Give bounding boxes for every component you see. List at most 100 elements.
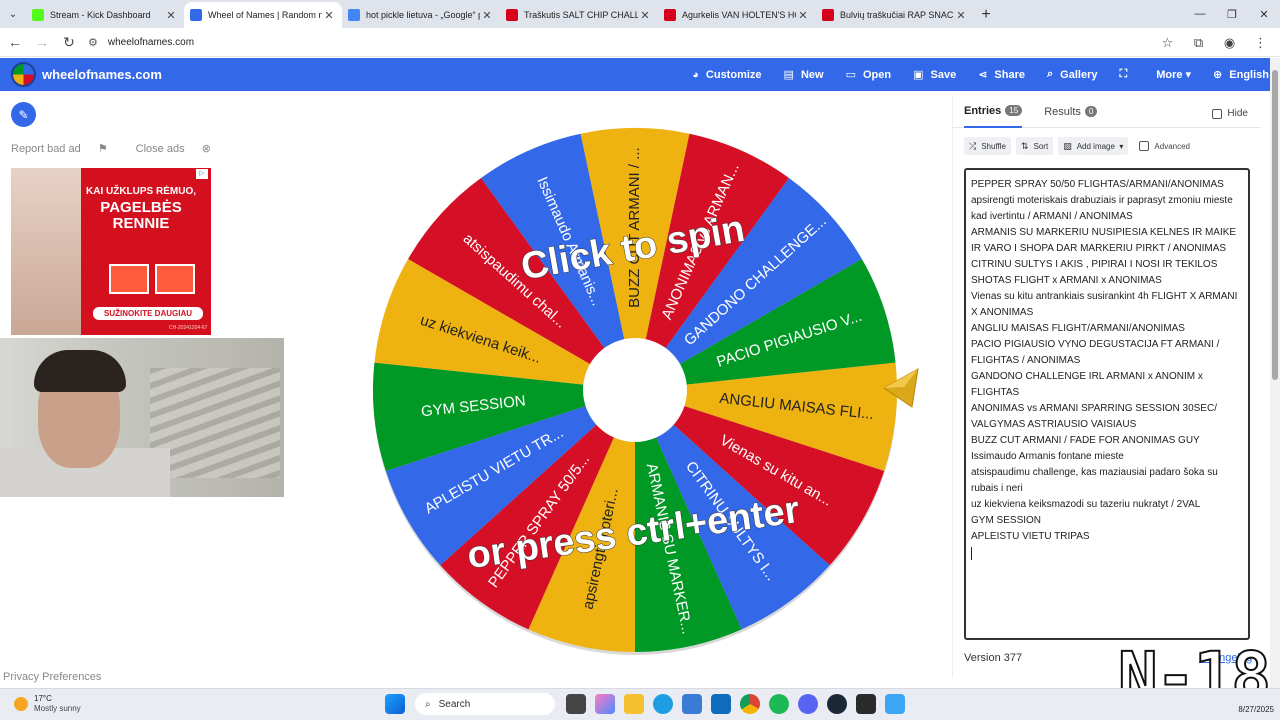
- outlook-icon[interactable]: [710, 694, 731, 714]
- entry-line[interactable]: atsispaudimu challenge, kas maziausiai p…: [971, 465, 1243, 497]
- menu-item-open[interactable]: ▭ Open: [846, 68, 892, 82]
- browser-tab[interactable]: hot pickle lietuva - „Google“ pa ✕: [342, 2, 500, 28]
- entry-line[interactable]: GYM SESSION: [971, 513, 1243, 529]
- browser-menu-icon[interactable]: ⋮: [1245, 31, 1276, 54]
- browser-tab[interactable]: Bulvių traškučiai RAP SNACKS L✕: [816, 2, 974, 28]
- entry-line[interactable]: apsirengti moteriskais drabuziais ir pap…: [971, 193, 1243, 225]
- tab-favicon-icon: [190, 9, 202, 21]
- forward-button[interactable]: →: [30, 30, 54, 54]
- entry-line[interactable]: Vienas su kitu antrankiais susirankint 4…: [971, 289, 1243, 321]
- advanced-checkbox[interactable]: Advanced: [1139, 141, 1190, 151]
- taskbar-search[interactable]: ⌕ Search: [415, 693, 555, 715]
- browser-toolbar: ← → ↻ ⚙ wheelofnames.com ☆ ⧉ ◉ ⋮: [0, 28, 1280, 57]
- tab-results[interactable]: Results 0: [1044, 96, 1098, 128]
- reload-button[interactable]: ↻: [57, 30, 81, 54]
- entry-line[interactable]: ANONIMAS vs ARMANI SPARRING SESSION 30SE…: [971, 401, 1243, 433]
- sort-button[interactable]: ⇅ Sort: [1015, 137, 1054, 155]
- wheel-center-hub[interactable]: [583, 338, 687, 442]
- menu-item-new[interactable]: ▤ New: [784, 68, 824, 82]
- system-tray[interactable]: 8/27/2025: [1238, 692, 1274, 716]
- spotify-icon[interactable]: [768, 694, 789, 714]
- extensions-icon[interactable]: ⧉: [1183, 31, 1214, 54]
- advanced-checkbox-box[interactable]: [1139, 141, 1150, 151]
- tab-title: hot pickle lietuva - „Google“ pa: [366, 10, 480, 20]
- discord-icon[interactable]: [797, 694, 818, 714]
- browser-tab[interactable]: Agurkelis VAN HOLTEN'S HOT P✕: [658, 2, 816, 28]
- address-bar[interactable]: ⚙ wheelofnames.com: [80, 31, 1190, 54]
- scrollbar-thumb[interactable]: [1272, 70, 1278, 380]
- tab-close-icon[interactable]: ✕: [164, 9, 178, 22]
- menu-item-english[interactable]: ⊕ English: [1213, 68, 1269, 82]
- tab-close-icon[interactable]: ✕: [954, 9, 968, 22]
- chrome-icon[interactable]: [739, 694, 760, 714]
- tab-close-icon[interactable]: ✕: [322, 9, 336, 22]
- page-scrollbar[interactable]: [1270, 58, 1280, 688]
- menu-item-label: Open: [862, 68, 892, 81]
- menu-item-gallery[interactable]: ⌕ Gallery: [1047, 68, 1097, 81]
- entry-line[interactable]: PEPPER SPRAY 50/50 FLIGHTAS/ARMANI/ANONI…: [971, 177, 1243, 193]
- menu-item-save[interactable]: ▣ Save: [913, 68, 956, 82]
- tab-close-icon[interactable]: ✕: [638, 9, 652, 22]
- new-tab-button[interactable]: +: [974, 2, 998, 28]
- back-button[interactable]: ←: [3, 30, 27, 54]
- copilot-icon[interactable]: [594, 694, 615, 714]
- edge-icon[interactable]: [652, 694, 673, 714]
- entry-line[interactable]: uz kiekviena keiksmazodi su tazeriu nukr…: [971, 497, 1243, 513]
- entry-line[interactable]: APLEISTU VIETU TRIPAS: [971, 529, 1243, 545]
- privacy-preferences-link[interactable]: Privacy Preferences: [3, 671, 101, 683]
- bookmark-star-icon[interactable]: ☆: [1152, 31, 1183, 54]
- entries-panel: Entries 15 Results 0 Hide ⤮ Shuffle ⇅ Sort…: [952, 96, 1261, 678]
- steam-icon[interactable]: [826, 694, 847, 714]
- hide-checkbox[interactable]: Hide: [1212, 108, 1248, 119]
- wheel-container[interactable]: BUZZ CUT ARMANI / ... ANONIMAS vs ARMAN..…: [370, 125, 900, 655]
- shuffle-button[interactable]: ⤮ Shuffle: [964, 137, 1011, 155]
- weather-temp: 17°C: [34, 694, 52, 703]
- tab-close-icon[interactable]: ✕: [796, 9, 810, 22]
- entries-textarea[interactable]: PEPPER SPRAY 50/50 FLIGHTAS/ARMANI/ANONI…: [964, 168, 1250, 640]
- close-ads-link[interactable]: Close ads ⊗: [136, 142, 225, 156]
- tab-close-icon[interactable]: ✕: [480, 9, 494, 22]
- file-explorer-icon[interactable]: [623, 694, 644, 714]
- entry-line[interactable]: ANGLIU MAISAS FLIGHT/ARMANI/ANONIMAS: [971, 321, 1243, 337]
- hide-checkbox-box[interactable]: [1212, 108, 1223, 119]
- store-icon[interactable]: [681, 694, 702, 714]
- browser-tab[interactable]: Stream - Kick Dashboard ✕: [26, 2, 184, 28]
- tab-favicon-icon: [32, 9, 44, 21]
- site-name[interactable]: wheelofnames.com: [42, 67, 162, 82]
- obs-icon[interactable]: [884, 694, 905, 714]
- report-bad-ad-link[interactable]: Report bad ad ⚑: [11, 142, 122, 156]
- entry-line[interactable]: BUZZ CUT ARMANI / FADE FOR ANONIMAS GUY: [971, 433, 1243, 449]
- wheel-logo-icon[interactable]: [11, 62, 36, 87]
- menu-item-customize[interactable]: ◕ Customize: [692, 69, 761, 81]
- app-icon[interactable]: [855, 694, 876, 714]
- spin-wheel[interactable]: BUZZ CUT ARMANI / ... ANONIMAS vs ARMAN..…: [370, 125, 900, 655]
- entry-line[interactable]: CITRINU SULTYS I AKIS , PIPIRAI I NOSI I…: [971, 257, 1243, 289]
- entry-line[interactable]: ARMANIS SU MARKERIU NUSIPIESIA KELNES IR…: [971, 225, 1243, 257]
- tab-search-button[interactable]: ⌄: [0, 0, 26, 28]
- entry-line[interactable]: GANDONO CHALLENGE IRL ARMANI x ANONIM x …: [971, 369, 1243, 401]
- adchoices-icon[interactable]: ▷: [196, 169, 208, 179]
- task-view-icon[interactable]: [565, 694, 586, 714]
- entry-line[interactable]: PACIO PIGIAUSIO VYNO DEGUSTACIJA FT ARMA…: [971, 337, 1243, 369]
- rennie-ad-banner[interactable]: ▷ KAI UŽKLUPS RĖMUO, PAGELBĖS RENNIE SUŽ…: [11, 168, 211, 335]
- site-info-icon[interactable]: ⚙: [88, 36, 98, 49]
- menu-item-more[interactable]: More ▾: [1156, 68, 1191, 81]
- minimize-button[interactable]: —: [1184, 0, 1216, 28]
- ad-cta-button[interactable]: SUŽINOKITE DAUGIAU: [93, 307, 203, 320]
- browser-tab[interactable]: Wheel of Names | Random nam✕: [184, 2, 342, 28]
- tab-title: Wheel of Names | Random nam: [208, 10, 322, 20]
- edit-pencil-button[interactable]: ✎: [11, 102, 36, 127]
- windows-start-icon[interactable]: [384, 694, 405, 714]
- restore-button[interactable]: ❐: [1216, 0, 1248, 28]
- entry-line[interactable]: Issimaudo Armanis fontane mieste: [971, 449, 1243, 465]
- menu-item-fullscreen[interactable]: ⛶: [1119, 68, 1134, 81]
- profile-icon[interactable]: ◉: [1214, 31, 1245, 54]
- site-header: wheelofnames.com ◕ Customize ▤ New ▭ Open ▣ Sav…: [0, 58, 1280, 91]
- add-image-button[interactable]: ▨ Add image ▾: [1058, 137, 1129, 155]
- close-window-button[interactable]: ✕: [1248, 0, 1280, 28]
- menu-item-share[interactable]: ⋖ Share: [978, 68, 1025, 82]
- tab-favicon-icon: [348, 9, 360, 21]
- weather-widget[interactable]: 17°C Mostly sunny: [14, 694, 81, 714]
- browser-tab[interactable]: Traškutis SALT CHIP CHALLENG✕: [500, 2, 658, 28]
- tab-entries[interactable]: Entries 15: [964, 96, 1023, 128]
